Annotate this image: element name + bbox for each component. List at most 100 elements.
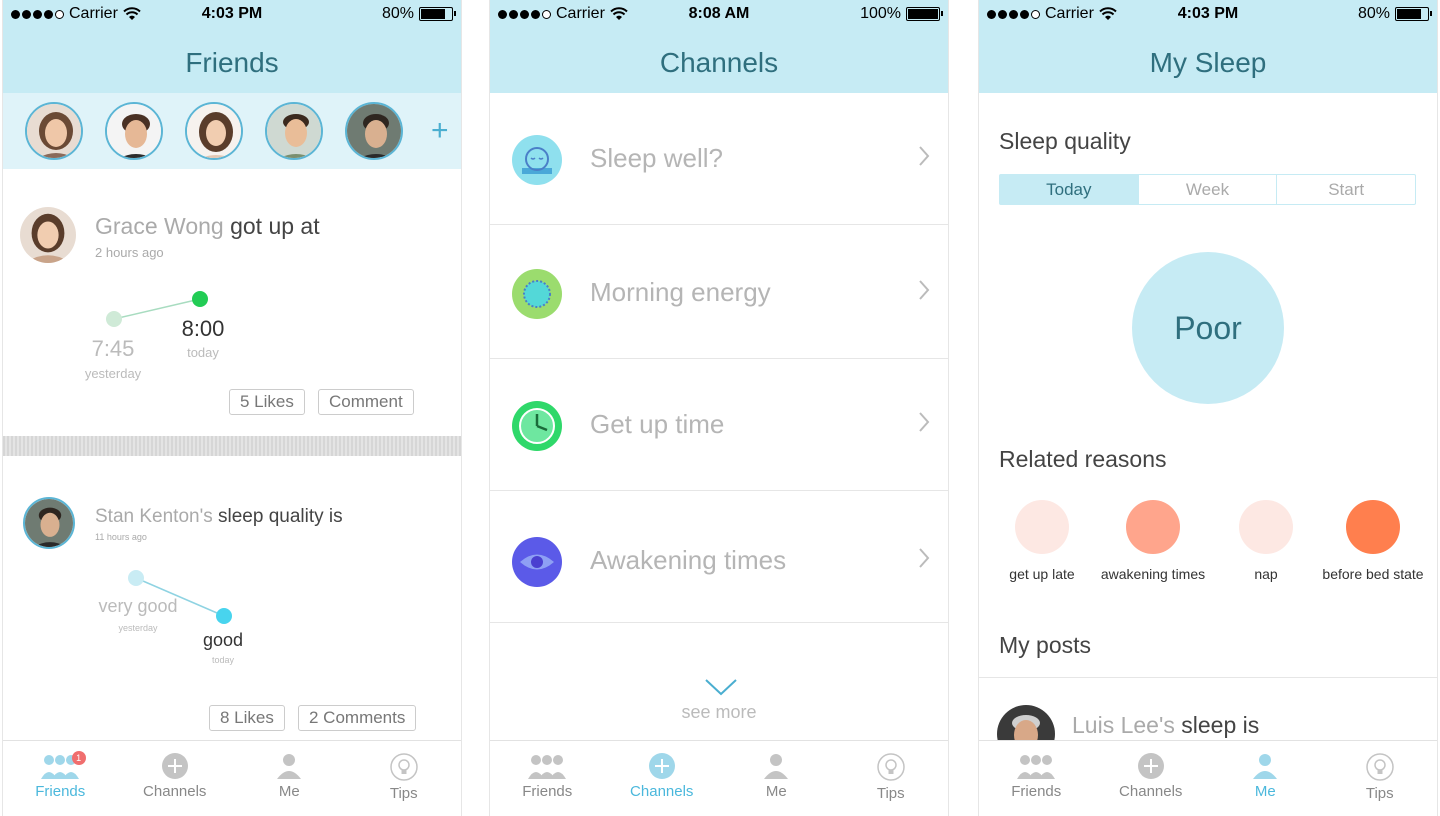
notification-badge: 1 — [71, 751, 86, 765]
tab-label: Friends — [1011, 783, 1062, 800]
tab-label: Channels — [630, 783, 694, 800]
post-timestamp: 11 hours ago — [95, 532, 147, 542]
related-reasons-heading: Related reasons — [999, 446, 1167, 472]
plus-circle-icon — [161, 753, 188, 779]
chevron-right-icon — [919, 146, 930, 166]
add-friend-button[interactable]: + — [431, 114, 449, 148]
current-value: good — [202, 630, 244, 650]
tab-bar: Friends Channels Me Tips — [490, 740, 948, 816]
tab-channels[interactable]: Channels — [605, 741, 720, 816]
reason-item[interactable]: awakening times — [1093, 500, 1213, 582]
reason-dot — [1346, 500, 1400, 554]
tab-tips[interactable]: Tips — [1323, 741, 1438, 816]
post-timestamp: 2 hours ago — [95, 245, 164, 260]
tab-label: Me — [765, 783, 787, 800]
current-point — [192, 291, 208, 307]
previous-value: very good — [98, 596, 178, 616]
reason-item[interactable]: nap — [1206, 500, 1326, 582]
tab-label: Tips — [1365, 785, 1394, 802]
current-point — [216, 608, 232, 624]
sleep-quality-indicator: Poor — [1132, 252, 1284, 404]
previous-label: yesterday — [84, 366, 142, 381]
friends-icon — [1017, 755, 1056, 779]
post-author[interactable]: Stan Kenton's — [95, 506, 213, 527]
tab-channels[interactable]: Channels — [1094, 741, 1209, 816]
tab-me[interactable]: Me — [232, 741, 347, 816]
plus-circle-icon — [1137, 753, 1164, 779]
reason-item[interactable]: before bed state — [1313, 500, 1433, 582]
battery-icon — [906, 7, 943, 21]
page-title: Friends — [3, 30, 461, 93]
sun-icon — [512, 269, 562, 319]
friend-avatar[interactable] — [265, 102, 323, 160]
friend-avatar[interactable] — [25, 102, 83, 160]
tab-label: Me — [278, 783, 300, 800]
sleep-quality-heading: Sleep quality — [999, 128, 1131, 154]
tab-label: Channels — [143, 783, 207, 800]
chevron-right-icon — [919, 548, 930, 568]
channel-label: Morning energy — [590, 277, 771, 307]
tab-friends[interactable]: 1 Friends — [3, 741, 118, 816]
tab-me[interactable]: Me — [1208, 741, 1323, 816]
sleeping-face-icon — [512, 135, 562, 185]
segment-start[interactable]: Start — [1277, 175, 1415, 204]
friend-avatar[interactable] — [105, 102, 163, 160]
comment-button[interactable]: 2 Comments — [298, 705, 417, 731]
channels-screen: Carrier 8:08 AM 100% Channels Sleep well… — [489, 0, 949, 816]
person-icon — [1253, 754, 1278, 779]
channel-label: Get up time — [590, 409, 725, 439]
tab-label: Channels — [1119, 783, 1183, 800]
period-segmented-control: Today Week Start — [999, 174, 1416, 205]
tab-friends[interactable]: Friends — [979, 741, 1094, 816]
channel-item[interactable]: Awakening times — [490, 491, 948, 623]
battery-percent: 80% — [381, 5, 414, 22]
channel-item[interactable]: Morning energy — [490, 227, 948, 359]
likes-button[interactable]: 8 Likes — [209, 705, 285, 731]
tab-tips[interactable]: Tips — [347, 741, 462, 816]
tab-tips[interactable]: Tips — [834, 741, 949, 816]
plus-circle-icon — [648, 753, 675, 779]
reason-dot — [1239, 500, 1293, 554]
channel-item[interactable]: Sleep well? — [490, 93, 948, 225]
tab-me[interactable]: Me — [719, 741, 834, 816]
tab-label: Friends — [522, 783, 573, 800]
post-author[interactable]: Luis Lee's — [1072, 712, 1175, 738]
person-icon — [277, 754, 302, 779]
see-more-link[interactable]: see more — [490, 702, 948, 723]
post-action: sleep is — [1174, 712, 1260, 738]
channel-label: Awakening times — [590, 545, 787, 575]
avatar[interactable] — [23, 497, 75, 549]
segment-today[interactable]: Today — [1000, 175, 1139, 204]
avatar[interactable] — [20, 207, 76, 263]
lightbulb-icon — [390, 753, 418, 781]
tab-label: Tips — [389, 785, 418, 802]
likes-button[interactable]: 5 Likes — [229, 389, 305, 415]
channel-item[interactable]: Get up time — [490, 359, 948, 491]
status-bar: Carrier 4:03 PM 80% — [979, 0, 1437, 30]
my-posts-heading: My posts — [999, 632, 1092, 658]
clock-icon — [512, 401, 562, 451]
friend-avatar[interactable] — [185, 102, 243, 160]
tab-channels[interactable]: Channels — [118, 741, 233, 816]
battery-icon — [419, 7, 456, 21]
channel-label: Sleep well? — [590, 143, 723, 173]
comment-button[interactable]: Comment — [318, 389, 414, 415]
segment-week[interactable]: Week — [1139, 175, 1278, 204]
reason-label: awakening times — [1100, 566, 1206, 582]
post-headline: Grace Wong got up at — [95, 213, 320, 240]
post-action: got up at — [223, 213, 320, 239]
post-action: sleep quality is — [212, 506, 343, 527]
tab-friends[interactable]: Friends — [490, 741, 605, 816]
reason-item[interactable]: get up late — [982, 500, 1102, 582]
chevron-down-icon[interactable] — [704, 678, 738, 696]
chevron-right-icon — [919, 412, 930, 432]
reason-label: before bed state — [1322, 566, 1424, 582]
battery-percent: 100% — [860, 5, 901, 22]
lightbulb-icon — [1366, 753, 1394, 781]
reason-dot — [1015, 500, 1069, 554]
friend-avatar[interactable] — [345, 102, 403, 160]
eye-icon — [512, 537, 562, 587]
previous-point — [106, 311, 122, 327]
tab-bar: 1 Friends Channels Me Tips — [3, 740, 461, 816]
post-author[interactable]: Grace Wong — [95, 213, 224, 239]
